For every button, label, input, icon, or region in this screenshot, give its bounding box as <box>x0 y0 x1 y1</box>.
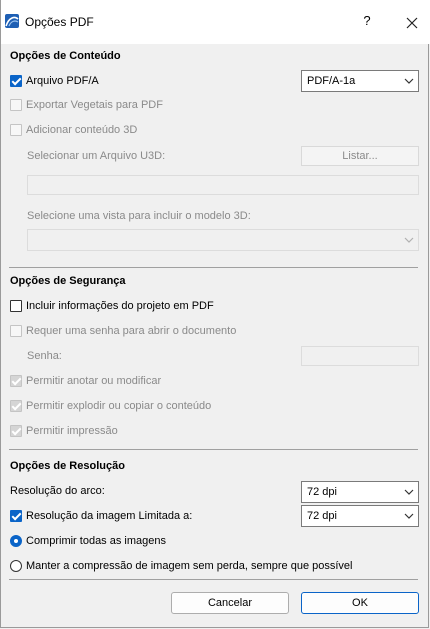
compress-all-row[interactable]: Comprimir todas as imagens <box>10 533 166 549</box>
divider <box>9 579 418 580</box>
cancel-button[interactable]: Cancelar <box>171 592 289 614</box>
list-button[interactable]: Listar... <box>301 146 419 166</box>
arc-resolution-value: 72 dpi <box>307 486 337 498</box>
annotate-row[interactable]: Permitir anotar ou modificar <box>10 373 161 389</box>
image-resolution-row[interactable]: Resolução da imagem Limitada a: <box>10 508 192 524</box>
print-row[interactable]: Permitir impressão <box>10 423 118 439</box>
u3d-path-field[interactable] <box>27 175 419 195</box>
app-logo-icon <box>5 14 19 28</box>
compress-all-radio[interactable] <box>10 535 22 547</box>
annotate-checkbox[interactable] <box>10 375 22 387</box>
chevron-down-icon <box>404 78 414 84</box>
add3d-label: Adicionar conteúdo 3D <box>26 124 138 136</box>
annotate-label: Permitir anotar ou modificar <box>26 375 162 387</box>
explode-checkbox[interactable] <box>10 400 22 412</box>
lossless-row[interactable]: Manter a compressão de imagem sem perda,… <box>10 558 353 574</box>
arc-resolution-select[interactable]: 72 dpi <box>301 481 419 503</box>
u3d-label: Selecionar um Arquivo U3D: <box>27 150 166 162</box>
print-label: Permitir impressão <box>26 425 118 437</box>
pdfa-row[interactable]: Arquivo PDF/A <box>10 73 99 89</box>
vegetals-row[interactable]: Exportar Vegetais para PDF <box>10 97 163 113</box>
content-section-title: Opções de Conteúdo <box>10 50 121 62</box>
divider <box>9 267 418 268</box>
pdfa-label: Arquivo PDF/A <box>26 75 99 87</box>
image-resolution-value: 72 dpi <box>307 510 337 522</box>
explode-label: Permitir explodir ou copiar o conteúdo <box>26 400 212 412</box>
pdfa-select[interactable]: PDF/A-1a <box>301 70 419 92</box>
help-button[interactable]: ? <box>357 13 377 33</box>
add3d-checkbox[interactable] <box>10 124 22 136</box>
chevron-down-icon <box>404 513 414 519</box>
chevron-down-icon <box>404 237 414 243</box>
password-label: Senha: <box>27 350 62 362</box>
require-password-row[interactable]: Requer uma senha para abrir o documento <box>10 323 236 339</box>
require-password-label: Requer uma senha para abrir o documento <box>26 325 237 337</box>
security-section-title: Opções de Segurança <box>10 275 126 287</box>
project-info-row[interactable]: Incluir informações do projeto em PDF <box>10 298 214 314</box>
vegetals-checkbox[interactable] <box>10 99 22 111</box>
project-info-label: Incluir informações do projeto em PDF <box>26 300 214 312</box>
image-resolution-label: Resolução da imagem Limitada a: <box>26 510 193 522</box>
divider <box>9 449 418 450</box>
view-select[interactable] <box>27 229 419 251</box>
chevron-down-icon <box>404 489 414 495</box>
view-label: Selecione uma vista para incluir o model… <box>27 210 251 222</box>
arc-resolution-label: Resolução do arco: <box>10 485 105 497</box>
pdfa-checkbox[interactable] <box>10 75 22 87</box>
title-bar: Opções PDF ? <box>1 0 430 44</box>
lossless-label: Manter a compressão de imagem sem perda,… <box>26 560 353 572</box>
lossless-radio[interactable] <box>10 560 22 572</box>
password-field[interactable] <box>301 346 419 366</box>
project-info-checkbox[interactable] <box>10 300 22 312</box>
pdfa-select-value: PDF/A-1a <box>307 75 356 87</box>
print-checkbox[interactable] <box>10 425 22 437</box>
ok-button[interactable]: OK <box>301 592 419 614</box>
image-resolution-checkbox[interactable] <box>10 510 22 522</box>
close-icon[interactable] <box>401 12 423 34</box>
resolution-section-title: Opções de Resolução <box>10 460 125 472</box>
pdf-options-dialog: Opções PDF ? Opções de Conteúdo Arquivo … <box>0 0 430 628</box>
explode-row[interactable]: Permitir explodir ou copiar o conteúdo <box>10 398 211 414</box>
require-password-checkbox[interactable] <box>10 325 22 337</box>
image-resolution-select[interactable]: 72 dpi <box>301 505 419 527</box>
vegetals-label: Exportar Vegetais para PDF <box>26 99 163 111</box>
compress-all-label: Comprimir todas as imagens <box>26 535 166 547</box>
window-title: Opções PDF <box>25 15 94 29</box>
add3d-row[interactable]: Adicionar conteúdo 3D <box>10 122 137 138</box>
